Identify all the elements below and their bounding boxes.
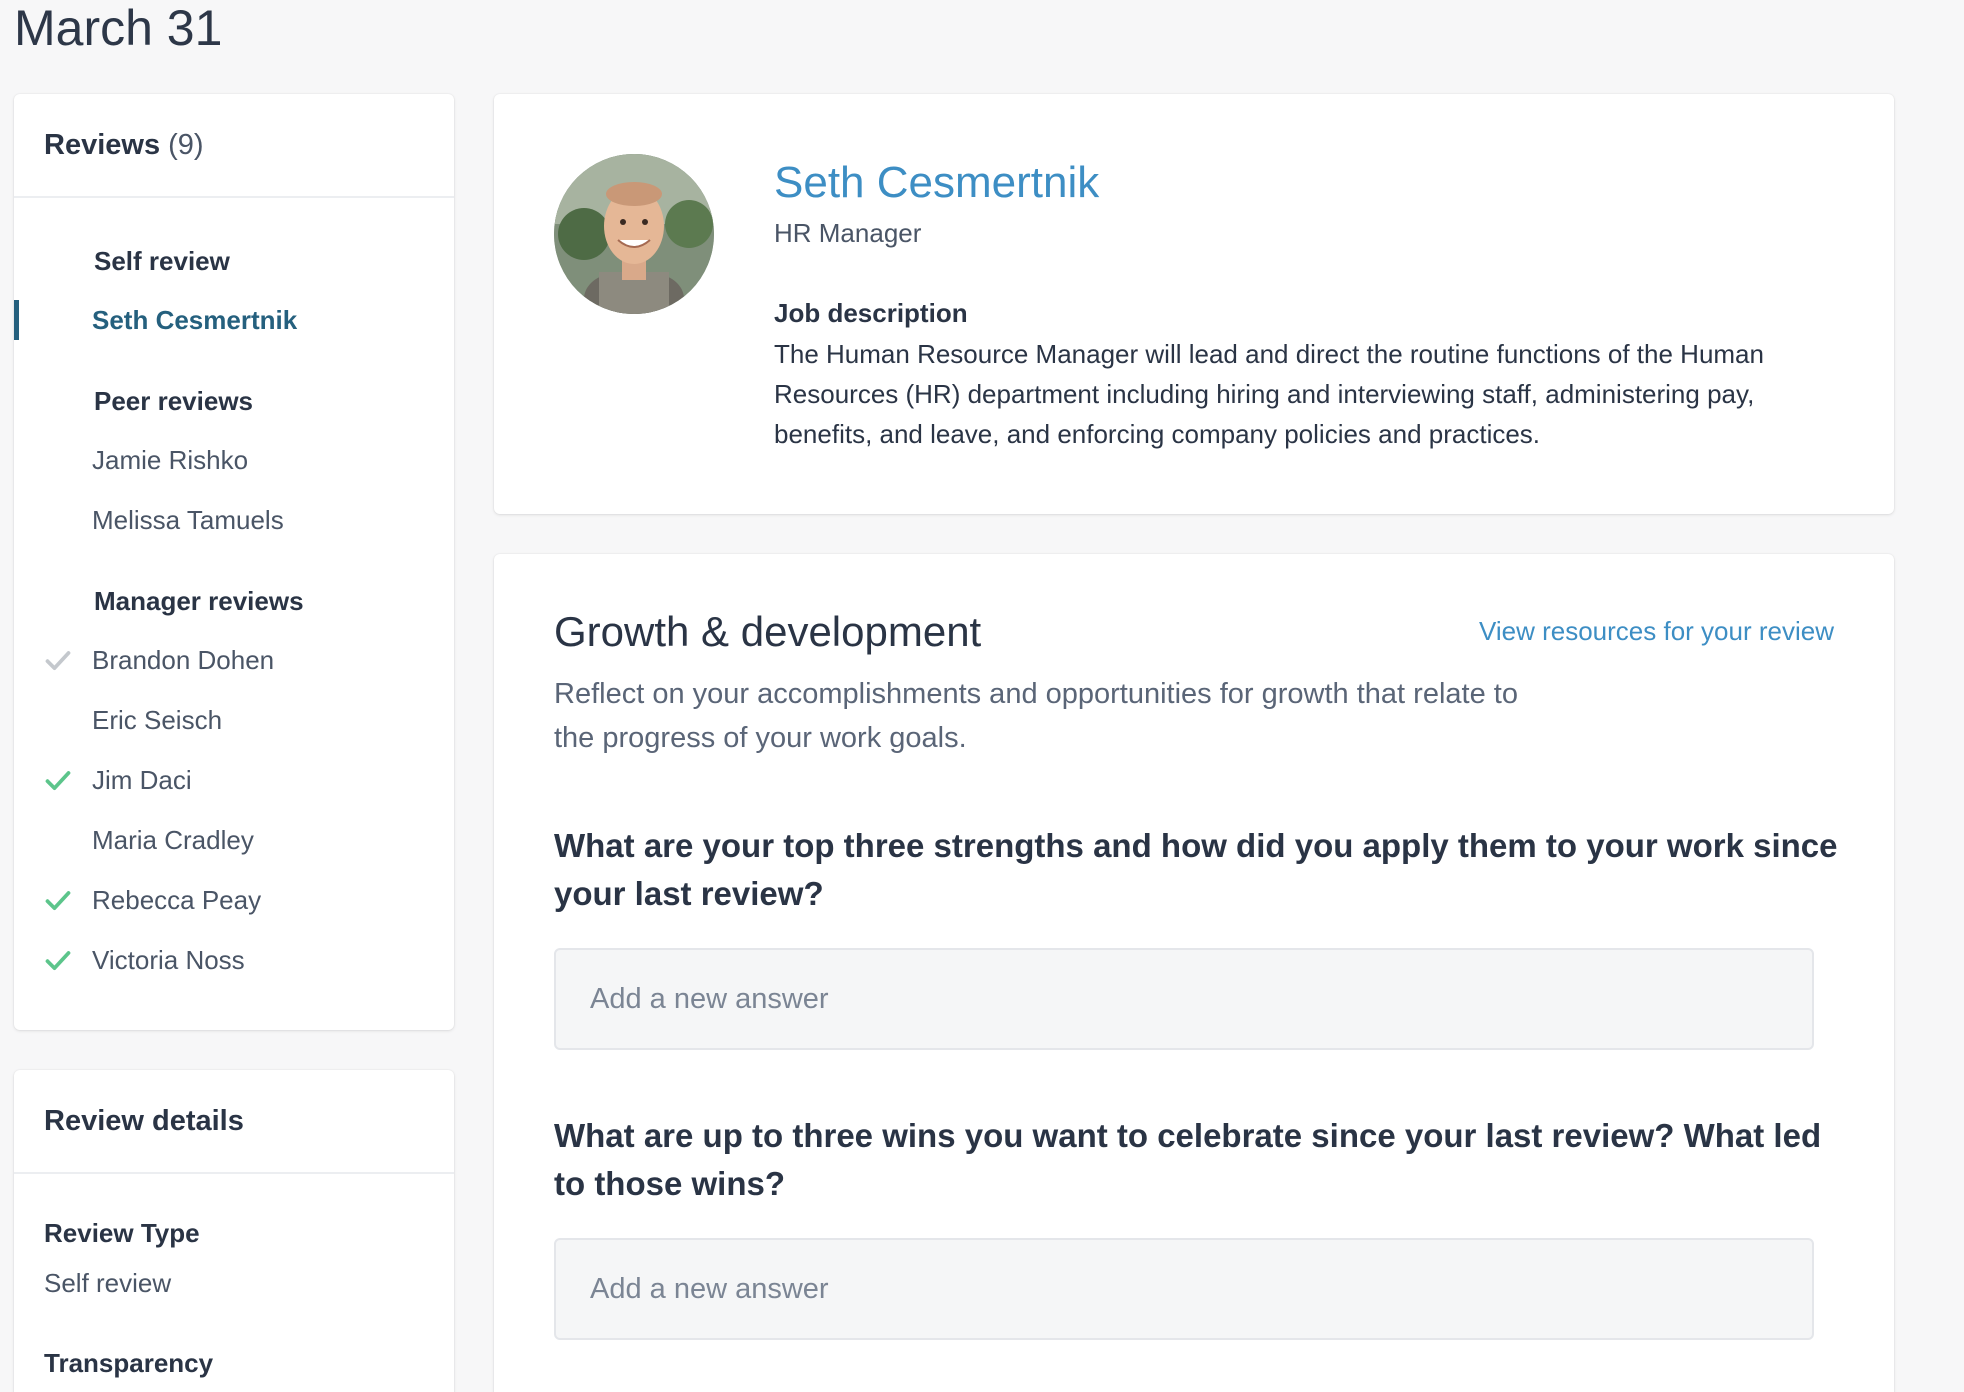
review-details-title: Review details	[44, 1104, 244, 1137]
review-type-label: Review Type	[44, 1218, 200, 1248]
review-item-label: Victoria Noss	[92, 944, 245, 975]
review-item-label: Eric Seisch	[92, 704, 223, 735]
review-item-label: Rebecca Peay	[92, 884, 262, 915]
check-gray-icon	[45, 651, 71, 671]
reviews-panel: Reviews (9) Self review Seth Cesmertnik …	[14, 94, 454, 1030]
check-green-icon	[45, 891, 71, 911]
review-item-jamie-rishko[interactable]: Jamie Rishko	[14, 438, 454, 482]
manager-reviews-heading: Manager reviews	[94, 586, 304, 616]
view-resources-link[interactable]: View resources for your review	[1479, 616, 1834, 647]
job-description-text: The Human Resource Manager will lead and…	[774, 339, 1764, 449]
review-item-victoria-noss[interactable]: Victoria Noss	[14, 938, 454, 982]
check-green-icon	[45, 951, 71, 971]
review-details-header: Review details	[14, 1070, 454, 1174]
review-item-label: Seth Cesmertnik	[92, 304, 298, 335]
growth-development-card: Growth & development View resources for …	[494, 554, 1894, 1392]
review-item-label: Jim Daci	[92, 764, 192, 795]
answer-input-2[interactable]	[554, 1238, 1814, 1340]
page: March 31 Reviews (9) Self review Seth Ce…	[0, 0, 1964, 1392]
review-item-jim-daci[interactable]: Jim Daci	[14, 758, 454, 802]
review-details-panel: Review details Review Type Self review T…	[14, 1070, 454, 1392]
review-item-label: Jamie Rishko	[92, 444, 249, 475]
review-item-label: Brandon Dohen	[92, 644, 275, 675]
review-item-eric-seisch[interactable]: Eric Seisch	[14, 698, 454, 742]
page-title: March 31	[14, 0, 223, 56]
active-indicator	[14, 300, 19, 340]
question-2: What are up to three wins you want to ce…	[554, 1117, 1822, 1202]
section-description: Reflect on your accomplishments and oppo…	[554, 678, 1518, 754]
reviews-count: (9)	[168, 128, 204, 161]
check-green-icon	[45, 771, 71, 791]
review-item-brandon-dohen[interactable]: Brandon Dohen	[14, 638, 454, 682]
section-title: Growth & development	[554, 608, 982, 655]
review-item-melissa-tamuels[interactable]: Melissa Tamuels	[14, 498, 454, 542]
review-item-maria-cradley[interactable]: Maria Cradley	[14, 818, 454, 862]
self-review-heading: Self review	[94, 246, 230, 276]
review-item-seth-cesmertnik[interactable]: Seth Cesmertnik	[14, 298, 454, 342]
avatar	[554, 154, 714, 314]
peer-reviews-heading: Peer reviews	[94, 386, 254, 416]
profile-role: HR Manager	[774, 218, 922, 248]
review-item-label: Maria Cradley	[92, 824, 254, 855]
reviews-title: Reviews	[44, 128, 161, 161]
question-1: What are your top three strengths and ho…	[554, 827, 1838, 912]
reviews-header: Reviews (9)	[14, 94, 454, 198]
transparency-label: Transparency	[44, 1348, 214, 1378]
job-description-label: Job description	[774, 298, 968, 328]
profile-card: Seth Cesmertnik HR Manager Job descripti…	[494, 94, 1894, 514]
avatar-image	[554, 154, 714, 314]
review-item-rebecca-peay[interactable]: Rebecca Peay	[14, 878, 454, 922]
review-type-value: Self review	[44, 1268, 172, 1298]
profile-name[interactable]: Seth Cesmertnik	[774, 158, 1099, 208]
answer-input-1[interactable]	[554, 948, 1814, 1050]
review-item-label: Melissa Tamuels	[92, 504, 284, 535]
